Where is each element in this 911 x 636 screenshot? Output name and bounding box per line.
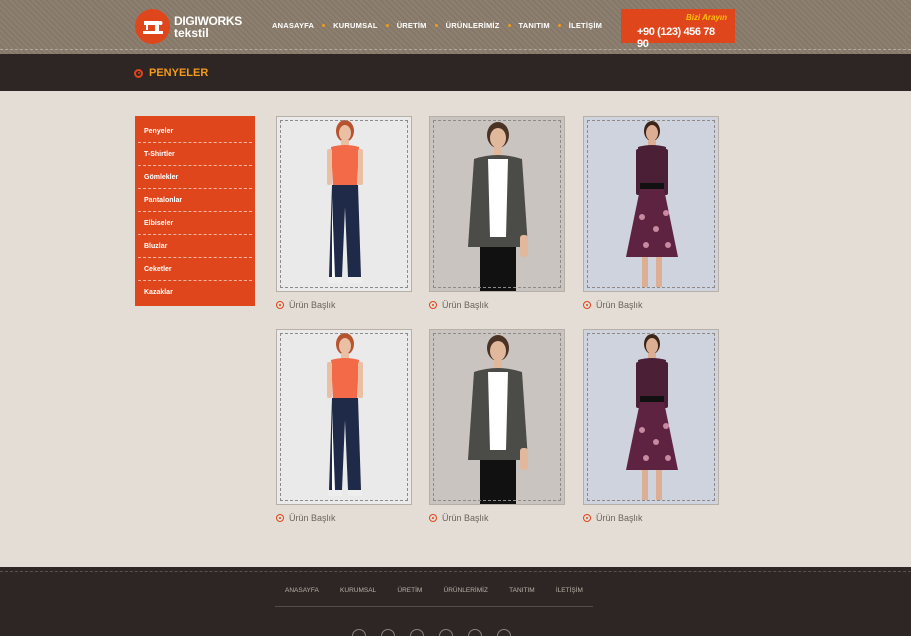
product-image[interactable] bbox=[276, 116, 412, 292]
footer-nav: ANASAYFA KURUMSAL ÜRETİM ÜRÜNLERİMİZ TAN… bbox=[275, 587, 593, 607]
footer-nav-urunlerimiz[interactable]: ÜRÜNLERİMİZ bbox=[444, 587, 488, 594]
logo-subtitle: tekstil bbox=[174, 25, 209, 40]
nav-anasayfa[interactable]: ANASAYFA bbox=[272, 21, 314, 30]
social-icon[interactable] bbox=[381, 629, 395, 636]
site-footer: ANASAYFA KURUMSAL ÜRETİM ÜRÜNLERİMİZ TAN… bbox=[0, 567, 911, 636]
sidebar-item-kazaklar[interactable]: Kazaklar bbox=[138, 281, 252, 304]
circle-bullet-icon bbox=[583, 301, 591, 309]
product-title[interactable]: Ürün Başlık bbox=[442, 300, 489, 310]
product-image[interactable] bbox=[583, 116, 719, 292]
nav-uretim[interactable]: ÜRETİM bbox=[397, 21, 427, 30]
sidebar-item-pantalonlar[interactable]: Pantalonlar bbox=[138, 189, 252, 212]
logo-brand: DIGIWORKS bbox=[174, 13, 242, 28]
nav-separator bbox=[507, 24, 511, 27]
product-image[interactable] bbox=[429, 329, 565, 505]
footer-nav-anasayfa[interactable]: ANASAYFA bbox=[285, 587, 319, 594]
page-title: PENYELER bbox=[149, 67, 209, 79]
main-nav: ANASAYFA KURUMSAL ÜRETİM ÜRÜNLERİMİZ TAN… bbox=[272, 21, 602, 30]
nav-iletisim[interactable]: İLETİŞİM bbox=[569, 21, 602, 30]
product-card[interactable]: Ürün Başlık bbox=[429, 116, 565, 310]
circle-bullet-icon bbox=[429, 514, 437, 522]
social-links bbox=[352, 629, 526, 636]
phone-number[interactable]: +90 (123) 456 78 90 bbox=[637, 26, 727, 50]
sidebar-item-bluzlar[interactable]: Bluzlar bbox=[138, 235, 252, 258]
site-header: DIGIWORKS tekstil ANASAYFA KURUMSAL ÜRET… bbox=[0, 0, 911, 54]
product-image[interactable] bbox=[429, 116, 565, 292]
nav-separator bbox=[322, 24, 326, 27]
product-image[interactable] bbox=[276, 329, 412, 505]
circle-bullet-icon bbox=[276, 514, 284, 522]
sidebar-item-elbiseler[interactable]: Elbiseler bbox=[138, 212, 252, 235]
sewing-machine-icon bbox=[135, 9, 170, 44]
product-card[interactable]: Ürün Başlık bbox=[429, 329, 565, 523]
social-icon[interactable] bbox=[352, 629, 366, 636]
footer-nav-iletisim[interactable]: İLETİŞİM bbox=[556, 587, 583, 594]
social-icon[interactable] bbox=[468, 629, 482, 636]
footer-nav-uretim[interactable]: ÜRETİM bbox=[397, 587, 422, 594]
social-icon[interactable] bbox=[497, 629, 511, 636]
nav-separator bbox=[557, 24, 561, 27]
sidebar-item-penyeler[interactable]: Penyeler bbox=[138, 120, 252, 143]
product-card[interactable]: Ürün Başlık bbox=[276, 329, 412, 523]
call-label: Bizi Arayın bbox=[685, 13, 727, 22]
social-icon[interactable] bbox=[410, 629, 424, 636]
category-sidebar: Penyeler T-Shirtler Gömlekler Pantalonla… bbox=[135, 116, 255, 306]
product-card[interactable]: Ürün Başlık bbox=[583, 116, 719, 310]
product-image[interactable] bbox=[583, 329, 719, 505]
circle-bullet-icon bbox=[583, 514, 591, 522]
product-title[interactable]: Ürün Başlık bbox=[289, 513, 336, 523]
product-card[interactable]: Ürün Başlık bbox=[276, 116, 412, 310]
product-card[interactable]: Ürün Başlık bbox=[583, 329, 719, 523]
nav-separator bbox=[434, 24, 438, 27]
sidebar-item-tshirtler[interactable]: T-Shirtler bbox=[138, 143, 252, 166]
circle-bullet-icon bbox=[429, 301, 437, 309]
sidebar-item-gomlekler[interactable]: Gömlekler bbox=[138, 166, 252, 189]
product-title[interactable]: Ürün Başlık bbox=[442, 513, 489, 523]
nav-urunlerimiz[interactable]: ÜRÜNLERİMİZ bbox=[446, 21, 500, 30]
footer-nav-tanitim[interactable]: TANITIM bbox=[509, 587, 535, 594]
product-title[interactable]: Ürün Başlık bbox=[289, 300, 336, 310]
logo[interactable]: DIGIWORKS tekstil bbox=[135, 9, 242, 44]
product-title[interactable]: Ürün Başlık bbox=[596, 513, 643, 523]
product-title[interactable]: Ürün Başlık bbox=[596, 300, 643, 310]
nav-kurumsal[interactable]: KURUMSAL bbox=[333, 21, 378, 30]
footer-nav-kurumsal[interactable]: KURUMSAL bbox=[340, 587, 376, 594]
sidebar-item-ceketler[interactable]: Ceketler bbox=[138, 258, 252, 281]
circle-bullet-icon bbox=[134, 68, 143, 78]
nav-separator bbox=[385, 24, 389, 27]
social-icon[interactable] bbox=[439, 629, 453, 636]
title-bar: PENYELER bbox=[0, 54, 911, 91]
nav-tanitim[interactable]: TANITIM bbox=[519, 21, 550, 30]
call-box[interactable]: Bizi Arayın +90 (123) 456 78 90 bbox=[621, 9, 735, 50]
circle-bullet-icon bbox=[276, 301, 284, 309]
